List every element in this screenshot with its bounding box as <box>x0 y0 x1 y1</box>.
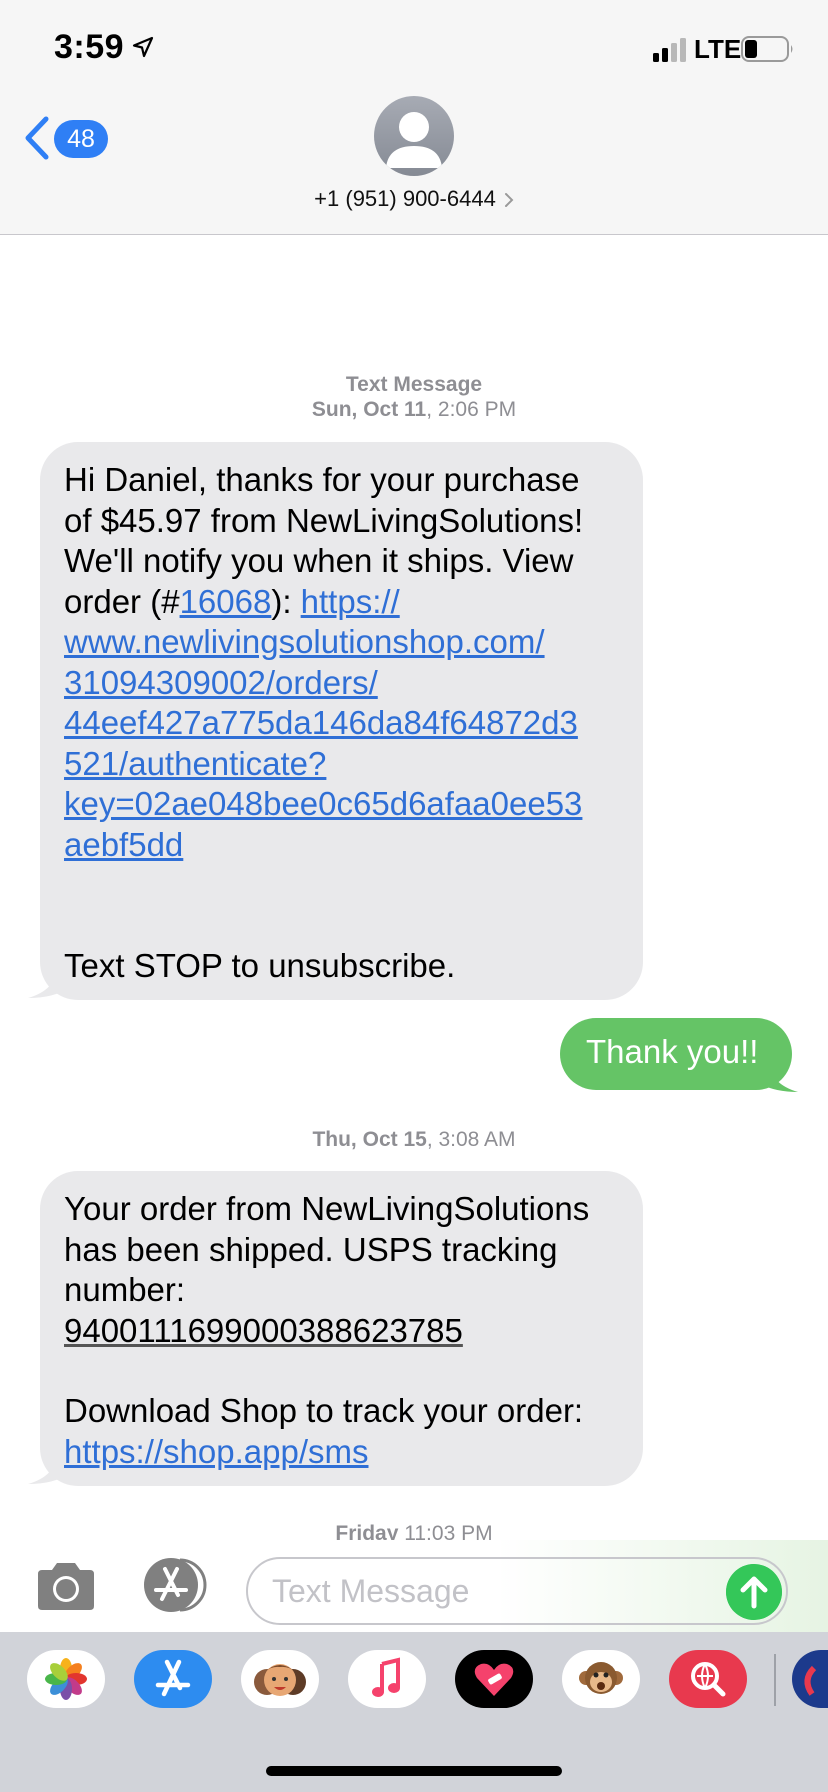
partial-app-icon[interactable] <box>792 1650 828 1708</box>
camera-icon[interactable] <box>34 1560 98 1612</box>
message-line: number: <box>64 1271 186 1308</box>
photos-icon[interactable] <box>27 1650 105 1708</box>
home-indicator[interactable] <box>266 1766 562 1776</box>
contact-name-button[interactable]: +1 (951) 900-6444 <box>0 186 828 212</box>
cellular-signal-icon <box>653 38 686 62</box>
message-timestamp: Text Message Sun, Oct 11, 2:06 PM <box>0 372 828 422</box>
chevron-right-icon <box>504 193 514 208</box>
send-arrow-icon[interactable] <box>726 1564 782 1620</box>
message-timestamp: Thu, Oct 15, 3:08 AM <box>0 1127 828 1152</box>
unread-count-badge: 48 <box>54 120 108 158</box>
person-icon <box>386 112 442 168</box>
memoji-icon[interactable] <box>241 1650 319 1708</box>
order-url-link[interactable]: 31094309002/orders/ <box>64 663 619 704</box>
network-type: LTE <box>694 34 742 64</box>
order-url-link[interactable]: key=02ae048bee0c65d6afaa0ee53 <box>64 784 619 825</box>
timestamp-day: Sun, Oct 11 <box>311 398 427 421</box>
contact-avatar[interactable] <box>374 96 454 176</box>
back-button[interactable]: 48 <box>22 108 112 164</box>
message-line: has been shipped. USPS tracking <box>64 1230 558 1268</box>
message-line: of $45.97 from NewLivingSolutions! <box>64 501 584 539</box>
battery-icon <box>741 36 793 62</box>
outgoing-message-bubble[interactable]: Thank you!! <box>560 1018 792 1090</box>
conversation-header: 48 +1 (951) 900-6444 <box>0 96 828 235</box>
music-icon[interactable] <box>348 1650 426 1708</box>
imessage-app-drawer <box>0 1632 828 1792</box>
message-line: Text STOP to unsubscribe. <box>64 947 456 984</box>
location-arrow-icon <box>132 36 154 58</box>
message-input-bar <box>0 1540 828 1632</box>
message-line: Download Shop to track your order: <box>64 1392 584 1429</box>
message-text: Thank you!! <box>586 1033 759 1070</box>
order-url-link[interactable]: 521/authenticate? <box>64 744 619 785</box>
order-url-link[interactable]: aebf5dd <box>64 825 619 866</box>
heart-app-icon[interactable] <box>455 1650 533 1708</box>
status-time: 3:59 <box>54 28 125 66</box>
order-url-link[interactable]: www.newlivingsolutionshop.com/ <box>64 622 619 663</box>
timestamp-time: , 2:06 PM <box>426 398 517 421</box>
order-prefix: order (# <box>64 582 180 620</box>
incoming-message-bubble[interactable]: Your order from NewLivingSolutions has b… <box>40 1171 643 1486</box>
message-line: order (#16068): https:// <box>64 582 619 623</box>
order-url-link[interactable]: https:// <box>301 583 400 620</box>
contact-name: +1 (951) 900-6444 <box>314 186 496 211</box>
order-number-link[interactable]: 16068 <box>180 583 272 620</box>
tracking-number-link[interactable]: 9400111699000388623785 <box>64 1312 463 1349</box>
message-input[interactable] <box>246 1557 788 1625</box>
chevron-left-icon <box>25 116 49 160</box>
shop-app-link[interactable]: https://shop.app/sms <box>64 1433 369 1470</box>
app-store-drawer-icon[interactable] <box>140 1556 212 1614</box>
drawer-divider <box>774 1654 776 1706</box>
message-line: We'll notify you when it ships. View <box>64 542 574 579</box>
incoming-message-bubble[interactable]: Hi Daniel, thanks for your purchase of $… <box>40 442 643 1000</box>
order-suffix: ): <box>271 582 301 620</box>
order-url-link[interactable]: 44eef427a775da146da84f64872d3 <box>64 703 619 744</box>
message-line: Hi Daniel, thanks for your purchase <box>64 461 580 498</box>
timestamp-label: Text Message <box>345 373 483 396</box>
search-web-icon[interactable] <box>669 1650 747 1708</box>
timestamp-day: Thu, Oct 15 <box>312 1128 427 1151</box>
monkey-animoji-icon[interactable] <box>562 1650 640 1708</box>
timestamp-time: , 3:08 AM <box>426 1128 516 1151</box>
app-store-icon[interactable] <box>134 1650 212 1708</box>
message-line: Your order from NewLivingSolutions <box>64 1190 590 1227</box>
status-bar: 3:59 LTE <box>0 0 828 96</box>
